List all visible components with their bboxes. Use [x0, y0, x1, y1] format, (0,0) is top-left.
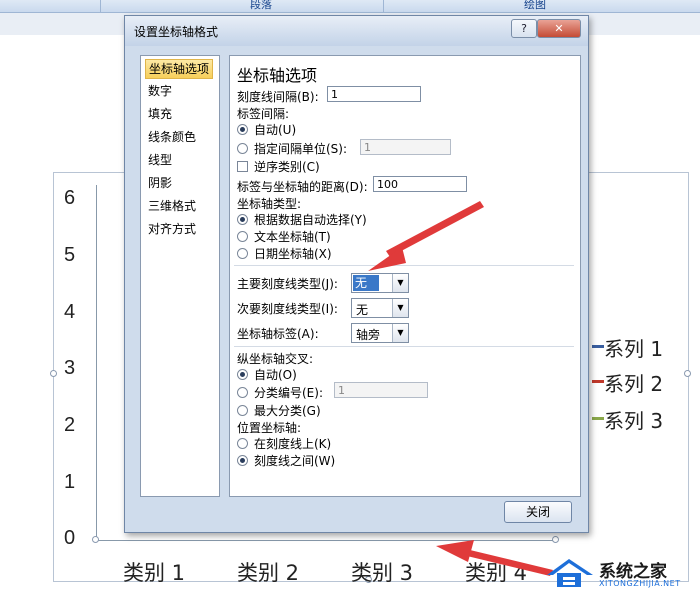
legend-swatch	[592, 380, 604, 383]
ribbon-strip: 段落 绘图	[0, 0, 700, 13]
reverse-categories-checkbox[interactable]	[237, 161, 248, 172]
legend-swatch	[592, 345, 604, 348]
cross-max-label: 最大分类(G)	[254, 404, 321, 418]
auto-interval-label: 自动(U)	[254, 123, 297, 137]
axis-type-date-radio[interactable]	[237, 248, 248, 259]
y-tick-label: 5	[64, 244, 76, 266]
label-interval-label: 标签间隔:	[237, 107, 290, 121]
x-tick-label: 类别 3	[351, 561, 414, 585]
y-tick-label: 4	[64, 301, 76, 323]
axis-type-label: 坐标轴类型:	[237, 197, 302, 211]
cross-category-label: 分类编号(E):	[254, 386, 323, 400]
auto-interval-radio[interactable]	[237, 124, 248, 135]
cross-category-input[interactable]: 1	[334, 382, 428, 398]
position-axis-label: 位置坐标轴:	[237, 421, 302, 435]
close-icon[interactable]: ✕	[537, 19, 581, 38]
chart-resize-handle[interactable]	[684, 370, 691, 377]
cross-category-radio[interactable]	[237, 387, 248, 398]
tick-interval-label: 刻度线间隔(B):	[237, 90, 319, 104]
vertical-cross-label: 纵坐标轴交叉:	[237, 352, 314, 366]
legend-label: 系列 1	[604, 337, 664, 361]
help-button[interactable]: ?	[511, 19, 537, 38]
major-tick-label: 主要刻度线类型(J):	[237, 277, 338, 291]
chevron-down-icon: ▼	[392, 324, 408, 342]
reverse-categories-label: 逆序类别(C)	[254, 160, 320, 174]
nav-item-line-style[interactable]: 线型	[145, 151, 175, 169]
site-watermark: 系统之家 XITONGZHIJIA.NET	[543, 553, 693, 593]
specify-interval-label: 指定间隔单位(S):	[254, 142, 348, 156]
nav-item-line-color[interactable]: 线条颜色	[145, 128, 199, 146]
legend-entry[interactable]: 系列 1	[592, 333, 664, 362]
position-between-radio[interactable]	[237, 455, 248, 466]
legend-label: 系列 2	[604, 372, 664, 396]
label-distance-label: 标签与坐标轴的距离(D):	[237, 180, 368, 194]
chart-resize-handle[interactable]	[50, 370, 57, 377]
specify-interval-input[interactable]: 1	[360, 139, 451, 155]
ribbon-separator	[383, 0, 384, 12]
dialog-title: 设置坐标轴格式	[134, 25, 219, 39]
minor-tick-value: 无	[356, 303, 369, 317]
legend-entry[interactable]: 系列 2	[592, 368, 664, 397]
annotation-arrow	[436, 540, 553, 576]
legend-swatch	[592, 417, 604, 420]
y-tick-label: 1	[64, 471, 76, 493]
axis-labels-value: 轴旁	[356, 328, 381, 342]
value-axis-line[interactable]	[96, 185, 97, 540]
axis-type-auto-radio[interactable]	[237, 214, 248, 225]
axis-labels-select[interactable]: 轴旁 ▼	[351, 323, 409, 343]
position-between-label: 刻度线之间(W)	[254, 454, 336, 468]
nav-item-axis-options[interactable]: 坐标轴选项	[145, 59, 214, 79]
close-button[interactable]: 关闭	[504, 501, 572, 523]
axis-type-text-radio[interactable]	[237, 231, 248, 242]
nav-item-alignment[interactable]: 对齐方式	[145, 220, 199, 238]
axis-type-date-label: 日期坐标轴(X)	[254, 247, 332, 261]
legend-entry[interactable]: 系列 3	[592, 405, 664, 434]
dialog-titlebar[interactable]: 设置坐标轴格式 ? ✕	[125, 16, 588, 46]
minor-tick-select[interactable]: 无 ▼	[351, 298, 409, 318]
legend-label: 系列 3	[604, 409, 664, 433]
nav-item-number[interactable]: 数字	[145, 82, 175, 100]
nav-item-3d-format[interactable]: 三维格式	[145, 197, 199, 215]
y-tick-label: 3	[64, 357, 76, 379]
watermark-subtitle: XITONGZHIJIA.NET	[599, 579, 681, 588]
y-tick-label: 2	[64, 414, 76, 436]
category-nav: 坐标轴选项 数字 填充 线条颜色 线型 阴影 三维格式 对齐方式	[140, 55, 220, 497]
nav-item-fill[interactable]: 填充	[145, 105, 175, 123]
ribbon-separator	[100, 0, 101, 12]
axis-labels-label: 坐标轴标签(A):	[237, 327, 319, 341]
cross-max-radio[interactable]	[237, 405, 248, 416]
y-tick-label: 0	[64, 527, 76, 549]
y-tick-label: 6	[64, 187, 76, 209]
tick-interval-input[interactable]: 1	[327, 86, 421, 102]
ribbon-group-paragraph: 段落	[250, 0, 272, 11]
axis-type-text-label: 文本坐标轴(T)	[254, 230, 331, 244]
annotation-arrow	[368, 201, 484, 271]
specify-interval-radio[interactable]	[237, 143, 248, 154]
cross-auto-label: 自动(O)	[254, 368, 297, 382]
position-on-tick-label: 在刻度线上(K)	[254, 437, 332, 451]
cross-auto-radio[interactable]	[237, 369, 248, 380]
section-divider	[234, 346, 574, 347]
x-tick-label: 类别 2	[237, 561, 300, 585]
panel-title: 坐标轴选项	[237, 66, 318, 85]
minor-tick-label: 次要刻度线类型(I):	[237, 302, 338, 316]
nav-item-shadow[interactable]: 阴影	[145, 174, 175, 192]
axis-selection-handle[interactable]	[92, 536, 99, 543]
position-on-tick-radio[interactable]	[237, 438, 248, 449]
ribbon-group-drawing: 绘图	[524, 0, 546, 11]
x-tick-label: 类别 1	[123, 561, 186, 585]
house-logo-icon	[547, 559, 593, 587]
chevron-down-icon: ▼	[392, 299, 408, 317]
label-distance-input[interactable]: 100	[373, 176, 467, 192]
